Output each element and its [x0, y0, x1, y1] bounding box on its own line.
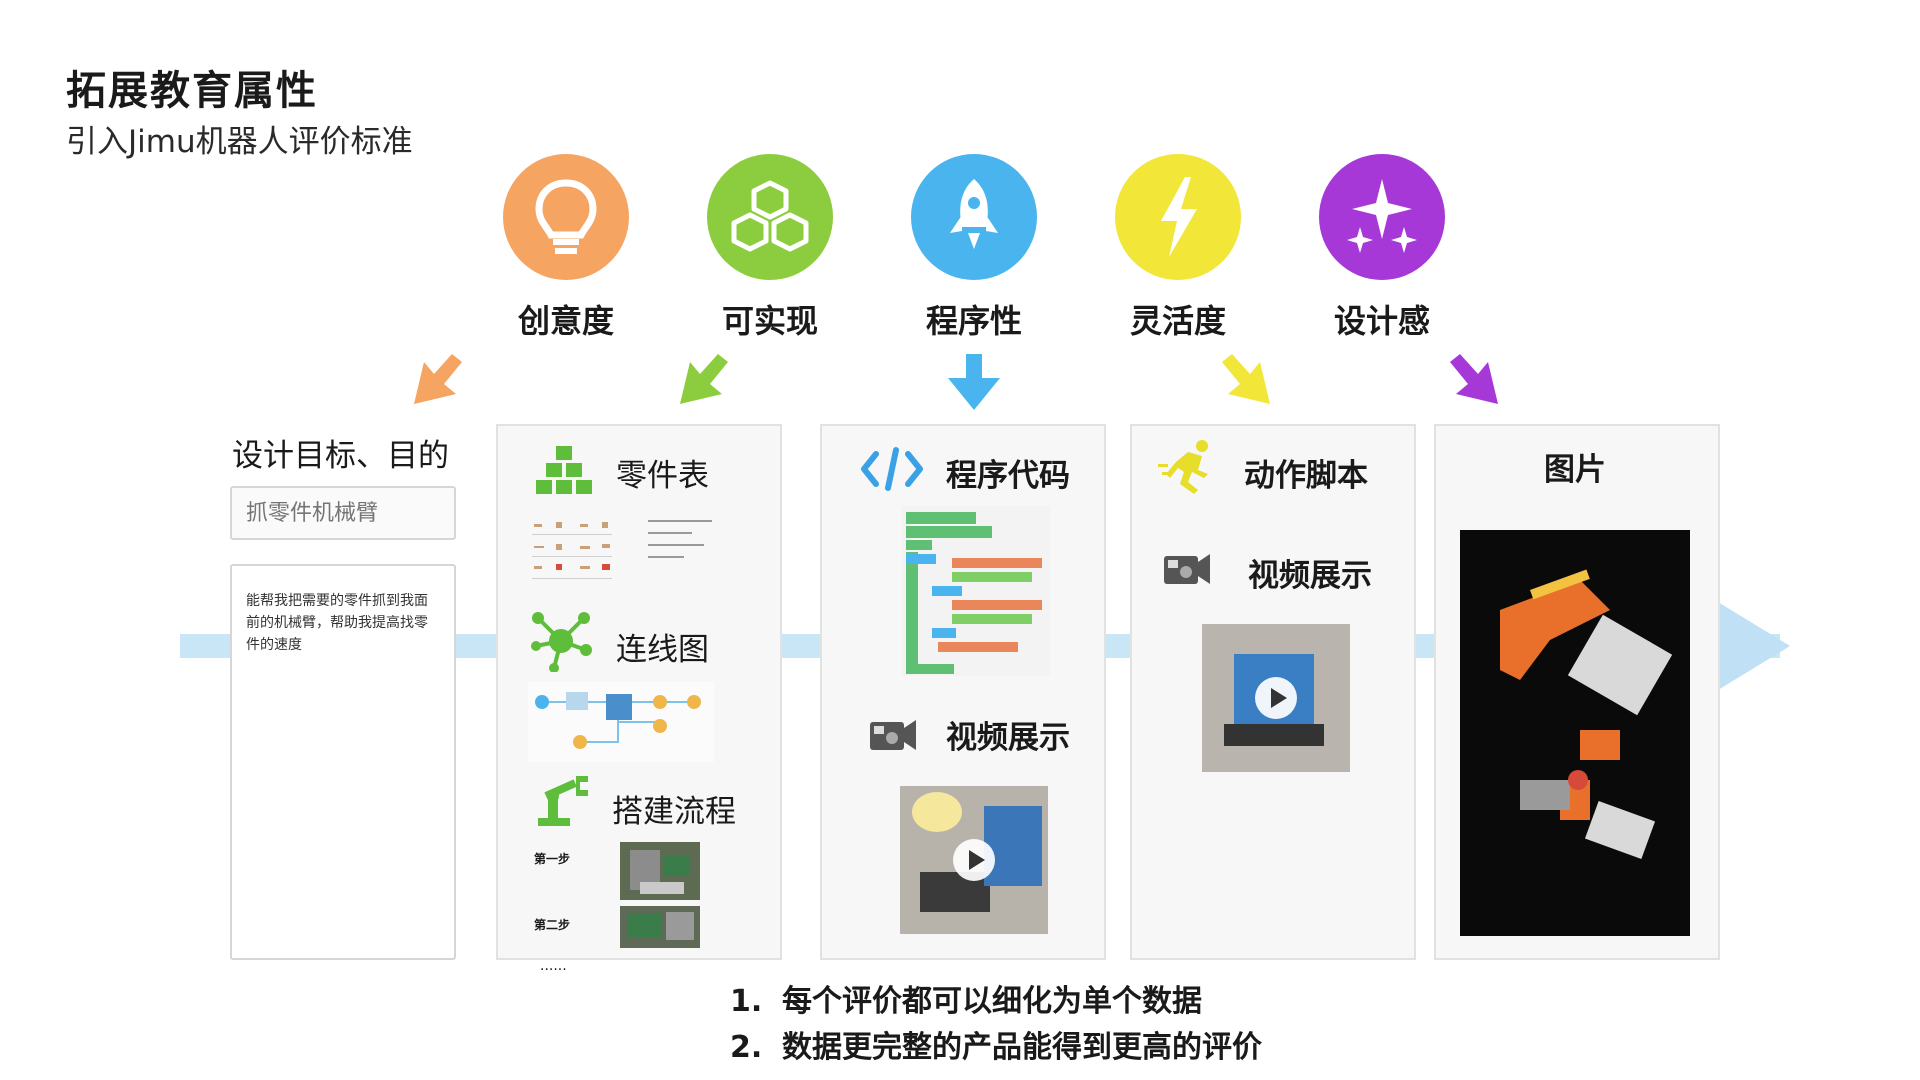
robot-arm-icon: [538, 776, 588, 826]
category-feasibility: 可实现: [706, 154, 834, 342]
category-label: 可实现: [721, 302, 818, 340]
play-icon[interactable]: [953, 839, 995, 881]
code-video-thumbnail[interactable]: [900, 786, 1048, 934]
note-item: 1. 每个评价都可以细化为单个数据: [730, 984, 1202, 1019]
parts-list-image[interactable]: [528, 512, 728, 594]
parts-title: 零件表: [616, 458, 709, 494]
wiring-title: 连线图: [616, 632, 709, 668]
step1-photo[interactable]: [620, 842, 700, 900]
video-camera-icon: [1164, 554, 1210, 584]
arrow-down-right-icon: [1222, 354, 1270, 404]
note-item: 2. 数据更完整的产品能得到更高的评价: [730, 1030, 1262, 1065]
category-creativity: 创意度: [502, 154, 630, 342]
code-blocks-image[interactable]: [902, 506, 1050, 676]
cubes-icon: [707, 154, 833, 280]
steps-ellipsis: ......: [540, 958, 567, 974]
lightbulb-icon: [503, 154, 629, 280]
code-video-title: 视频展示: [946, 720, 1070, 756]
lightning-icon: [1115, 154, 1241, 280]
running-person-icon: [1158, 440, 1208, 494]
category-label: 程序性: [925, 302, 1022, 340]
goal-label: 设计目标、目的: [232, 438, 449, 474]
category-label: 创意度: [517, 302, 614, 340]
play-icon[interactable]: [1255, 677, 1297, 719]
video-camera-icon: [870, 720, 916, 750]
wiring-diagram-image[interactable]: [528, 682, 714, 762]
notes-list: 1. 每个评价都可以细化为单个数据 2. 数据更完整的产品能得到更高的评价: [730, 976, 1262, 1068]
motion-video-thumbnail[interactable]: [1202, 624, 1350, 772]
code-icon: [861, 447, 923, 491]
category-label: 设计感: [1333, 302, 1430, 340]
category-label: 灵活度: [1129, 302, 1226, 340]
arrow-down-icon: [948, 354, 1000, 410]
category-design: 设计感: [1318, 154, 1446, 342]
build-title: 搭建流程: [612, 794, 736, 830]
arrow-down-left-icon: [680, 354, 728, 404]
network-icon: [531, 612, 592, 672]
motion-title: 动作脚本: [1244, 458, 1368, 494]
step1-label: 第一步: [534, 852, 571, 866]
sparkles-icon: [1319, 154, 1445, 280]
arrow-down-right-icon: [1450, 354, 1498, 404]
category-programmability: 程序性: [910, 154, 1038, 342]
goal-description[interactable]: 能帮我把需要的零件抓到我面前的机械臂，帮助我提高找零件的速度: [230, 564, 456, 960]
robot-arm-photo[interactable]: [1460, 530, 1690, 936]
page-subtitle: 引入Jimu机器人评价标准: [66, 124, 413, 160]
flow-arrow-icon: [1718, 602, 1790, 690]
category-flexibility: 灵活度: [1114, 154, 1242, 342]
rocket-icon: [911, 154, 1037, 280]
code-title: 程序代码: [946, 458, 1070, 494]
step2-label: 第二步: [534, 918, 571, 932]
step2-photo[interactable]: [620, 906, 700, 948]
page-title: 拓展教育属性: [66, 68, 318, 114]
arrow-down-left-icon: [414, 354, 462, 404]
motion-video-title: 视频展示: [1248, 558, 1372, 594]
image-title: 图片: [1544, 452, 1606, 488]
goal-input[interactable]: [230, 486, 456, 540]
blocks-icon: [536, 446, 592, 494]
